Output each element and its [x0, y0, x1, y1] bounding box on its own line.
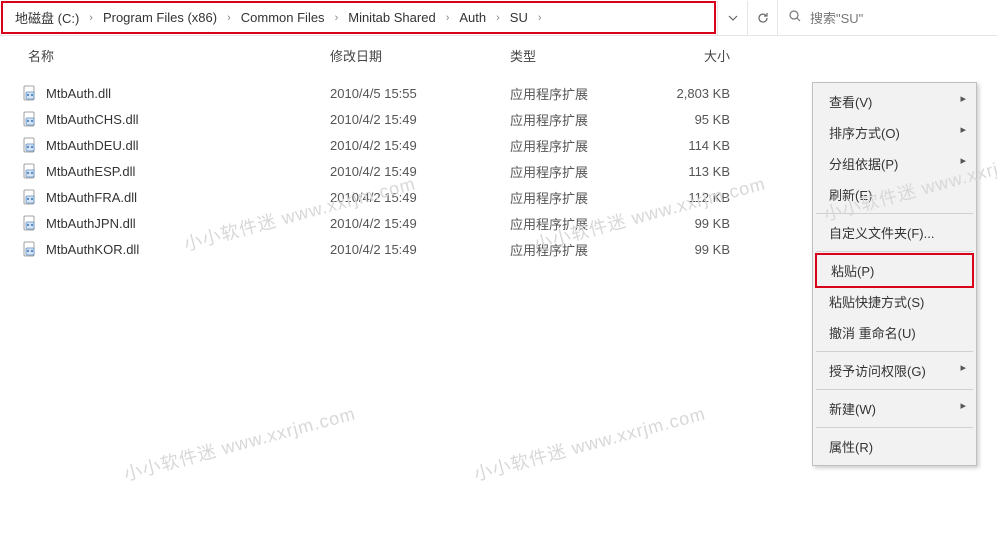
- column-name-header[interactable]: 名称: [20, 46, 330, 65]
- dll-file-icon: [20, 239, 40, 259]
- file-date: 2010/4/2 15:49: [330, 190, 510, 205]
- file-type: 应用程序扩展: [510, 136, 650, 155]
- watermark: 小小软件迷 www.xxrjm.com: [121, 400, 359, 487]
- menu-sort[interactable]: 排序方式(O): [815, 117, 974, 148]
- file-date: 2010/4/5 15:55: [330, 86, 510, 101]
- file-date: 2010/4/2 15:49: [330, 216, 510, 231]
- column-type-header[interactable]: 类型: [510, 46, 650, 65]
- file-type: 应用程序扩展: [510, 214, 650, 233]
- breadcrumb-item[interactable]: Program Files (x86): [99, 8, 221, 27]
- menu-undo-rename[interactable]: 撤消 重命名(U): [815, 317, 974, 348]
- breadcrumb: 地磁盘 (C:) › Program Files (x86) › Common File…: [11, 6, 544, 29]
- menu-properties[interactable]: 属性(R): [815, 431, 974, 462]
- file-size: 112 KB: [650, 190, 750, 205]
- file-size: 95 KB: [650, 112, 750, 127]
- menu-separator: [816, 213, 973, 214]
- menu-separator: [816, 351, 973, 352]
- file-name: MtbAuthESP.dll: [46, 164, 330, 179]
- file-size: 99 KB: [650, 216, 750, 231]
- breadcrumb-container[interactable]: 地磁盘 (C:) › Program Files (x86) › Common File…: [1, 1, 716, 34]
- column-headers: 名称 修改日期 类型 大小: [0, 36, 997, 76]
- menu-paste[interactable]: 粘贴(P): [817, 255, 972, 286]
- toolbar-icons: [717, 0, 777, 35]
- dll-file-icon: [20, 187, 40, 207]
- address-bar: 地磁盘 (C:) › Program Files (x86) › Common File…: [0, 0, 997, 36]
- breadcrumb-item[interactable]: SU: [506, 8, 532, 27]
- file-type: 应用程序扩展: [510, 84, 650, 103]
- file-name: MtbAuthFRA.dll: [46, 190, 330, 205]
- breadcrumb-item[interactable]: Auth: [455, 8, 490, 27]
- chevron-right-icon: ›: [87, 12, 95, 24]
- file-name: MtbAuthDEU.dll: [46, 138, 330, 153]
- file-size: 114 KB: [650, 138, 750, 153]
- menu-group[interactable]: 分组依据(P): [815, 148, 974, 179]
- menu-separator: [816, 427, 973, 428]
- menu-new[interactable]: 新建(W): [815, 393, 974, 424]
- dll-file-icon: [20, 161, 40, 181]
- file-date: 2010/4/2 15:49: [330, 138, 510, 153]
- search-box[interactable]: 搜索"SU": [777, 0, 997, 35]
- chevron-right-icon: ›: [444, 12, 452, 24]
- dll-file-icon: [20, 83, 40, 103]
- file-name: MtbAuthCHS.dll: [46, 112, 330, 127]
- file-name: MtbAuth.dll: [46, 86, 330, 101]
- search-placeholder: 搜索"SU": [810, 8, 863, 27]
- breadcrumb-item[interactable]: Minitab Shared: [344, 8, 439, 27]
- menu-grant-access[interactable]: 授予访问权限(G): [815, 355, 974, 386]
- refresh-button[interactable]: [747, 1, 777, 35]
- menu-paste-shortcut[interactable]: 粘贴快捷方式(S): [815, 286, 974, 317]
- file-size: 2,803 KB: [650, 86, 750, 101]
- file-type: 应用程序扩展: [510, 240, 650, 259]
- context-menu: 查看(V) 排序方式(O) 分组依据(P) 刷新(E) 自定义文件夹(F)...…: [812, 82, 977, 466]
- dll-file-icon: [20, 109, 40, 129]
- file-size: 99 KB: [650, 242, 750, 257]
- file-date: 2010/4/2 15:49: [330, 164, 510, 179]
- menu-separator: [816, 251, 973, 252]
- file-date: 2010/4/2 15:49: [330, 112, 510, 127]
- chevron-right-icon: ›: [536, 12, 544, 24]
- file-type: 应用程序扩展: [510, 188, 650, 207]
- file-size: 113 KB: [650, 164, 750, 179]
- dll-file-icon: [20, 213, 40, 233]
- chevron-right-icon: ›: [333, 12, 341, 24]
- file-type: 应用程序扩展: [510, 110, 650, 129]
- history-dropdown[interactable]: [717, 1, 747, 35]
- search-icon: [788, 9, 802, 26]
- chevron-right-icon: ›: [225, 12, 233, 24]
- menu-separator: [816, 389, 973, 390]
- breadcrumb-item[interactable]: Common Files: [237, 8, 329, 27]
- menu-customize-folder[interactable]: 自定义文件夹(F)...: [815, 217, 974, 248]
- menu-view[interactable]: 查看(V): [815, 86, 974, 117]
- watermark: 小小软件迷 www.xxrjm.com: [471, 400, 709, 487]
- file-name: MtbAuthKOR.dll: [46, 242, 330, 257]
- breadcrumb-item[interactable]: 地磁盘 (C:): [11, 6, 83, 29]
- column-date-header[interactable]: 修改日期: [330, 46, 510, 65]
- chevron-right-icon: ›: [494, 12, 502, 24]
- file-name: MtbAuthJPN.dll: [46, 216, 330, 231]
- dll-file-icon: [20, 135, 40, 155]
- menu-refresh[interactable]: 刷新(E): [815, 179, 974, 210]
- file-type: 应用程序扩展: [510, 162, 650, 181]
- file-date: 2010/4/2 15:49: [330, 242, 510, 257]
- column-size-header[interactable]: 大小: [650, 46, 750, 65]
